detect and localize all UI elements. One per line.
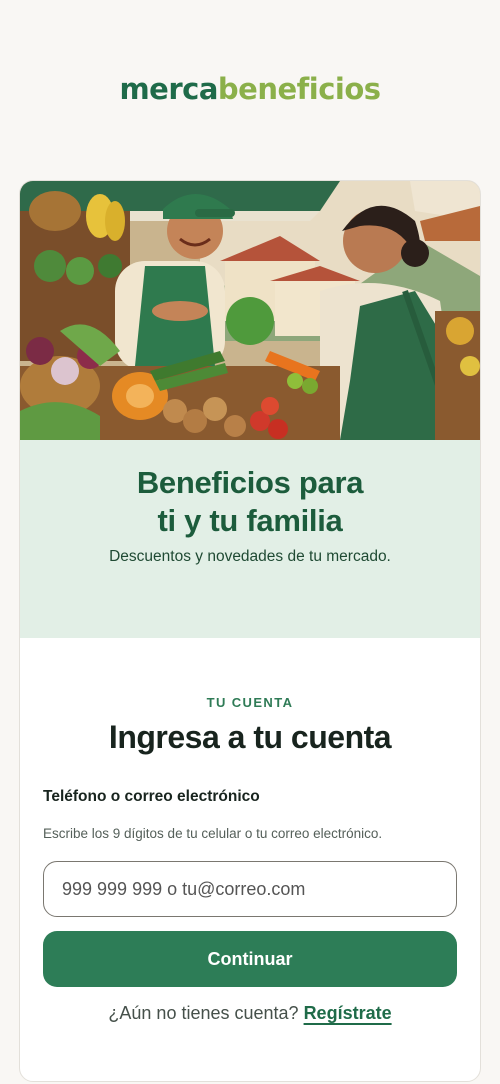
banner-title: Beneficios para ti y tu familia xyxy=(20,464,480,540)
hero-illustration xyxy=(20,181,480,440)
signup-prompt: ¿Aún no tienes cuenta? Regístrate xyxy=(20,1003,480,1024)
promo-banner: Beneficios para ti y tu familia Descuent… xyxy=(20,440,480,638)
signup-prompt-text: ¿Aún no tienes cuenta? xyxy=(108,1003,299,1023)
brand-logo: mercabeneficios xyxy=(0,72,500,106)
banner-title-line2: ti y tu familia xyxy=(157,503,343,538)
login-card: Beneficios para ti y tu familia Descuent… xyxy=(19,180,481,1082)
logo-text-beneficios: beneficios xyxy=(217,72,381,106)
identifier-help-text: Escribe los 9 dígitos de tu celular o tu… xyxy=(43,826,383,841)
section-eyebrow: TU CUENTA xyxy=(206,695,294,710)
banner-subtitle: Descuentos y novedades de tu mercado. xyxy=(109,548,391,565)
continue-button[interactable]: Continuar xyxy=(43,931,457,987)
market-scene-image xyxy=(20,181,480,440)
identifier-input[interactable] xyxy=(43,861,457,917)
signup-link[interactable]: Regístrate xyxy=(304,1003,392,1023)
identifier-label: Teléfono o correo electrónico xyxy=(43,788,260,805)
banner-title-line1: Beneficios para xyxy=(136,465,364,500)
login-title: Ingresa a tu cuenta xyxy=(108,719,392,755)
logo-text-merca: merca xyxy=(119,72,218,106)
